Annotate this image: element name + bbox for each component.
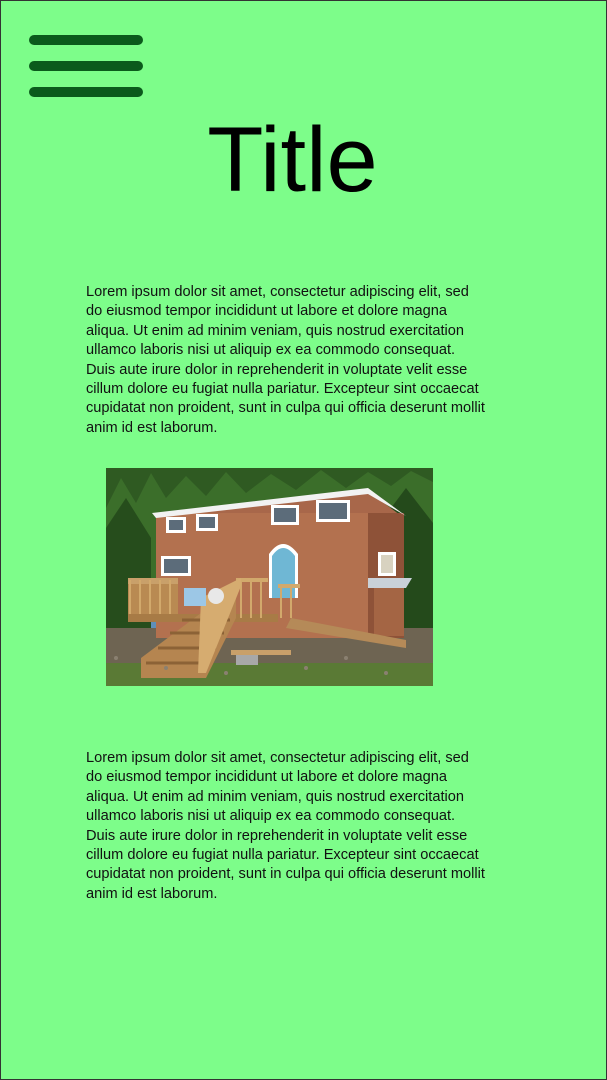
- hamburger-menu-icon[interactable]: [29, 35, 143, 99]
- menu-bar-top: [29, 35, 143, 45]
- menu-bar-bottom: [29, 87, 143, 97]
- body-paragraph-2: Lorem ipsum dolor sit amet, consectetur …: [86, 750, 485, 902]
- tiny-house-photo: [106, 468, 433, 686]
- page-title: Title: [207, 109, 378, 211]
- menu-bar-middle: [29, 61, 143, 71]
- body-paragraph-1: Lorem ipsum dolor sit amet, consectetur …: [86, 284, 485, 436]
- page: Title Lorem ipsum dolor sit amet, consec…: [0, 0, 607, 1080]
